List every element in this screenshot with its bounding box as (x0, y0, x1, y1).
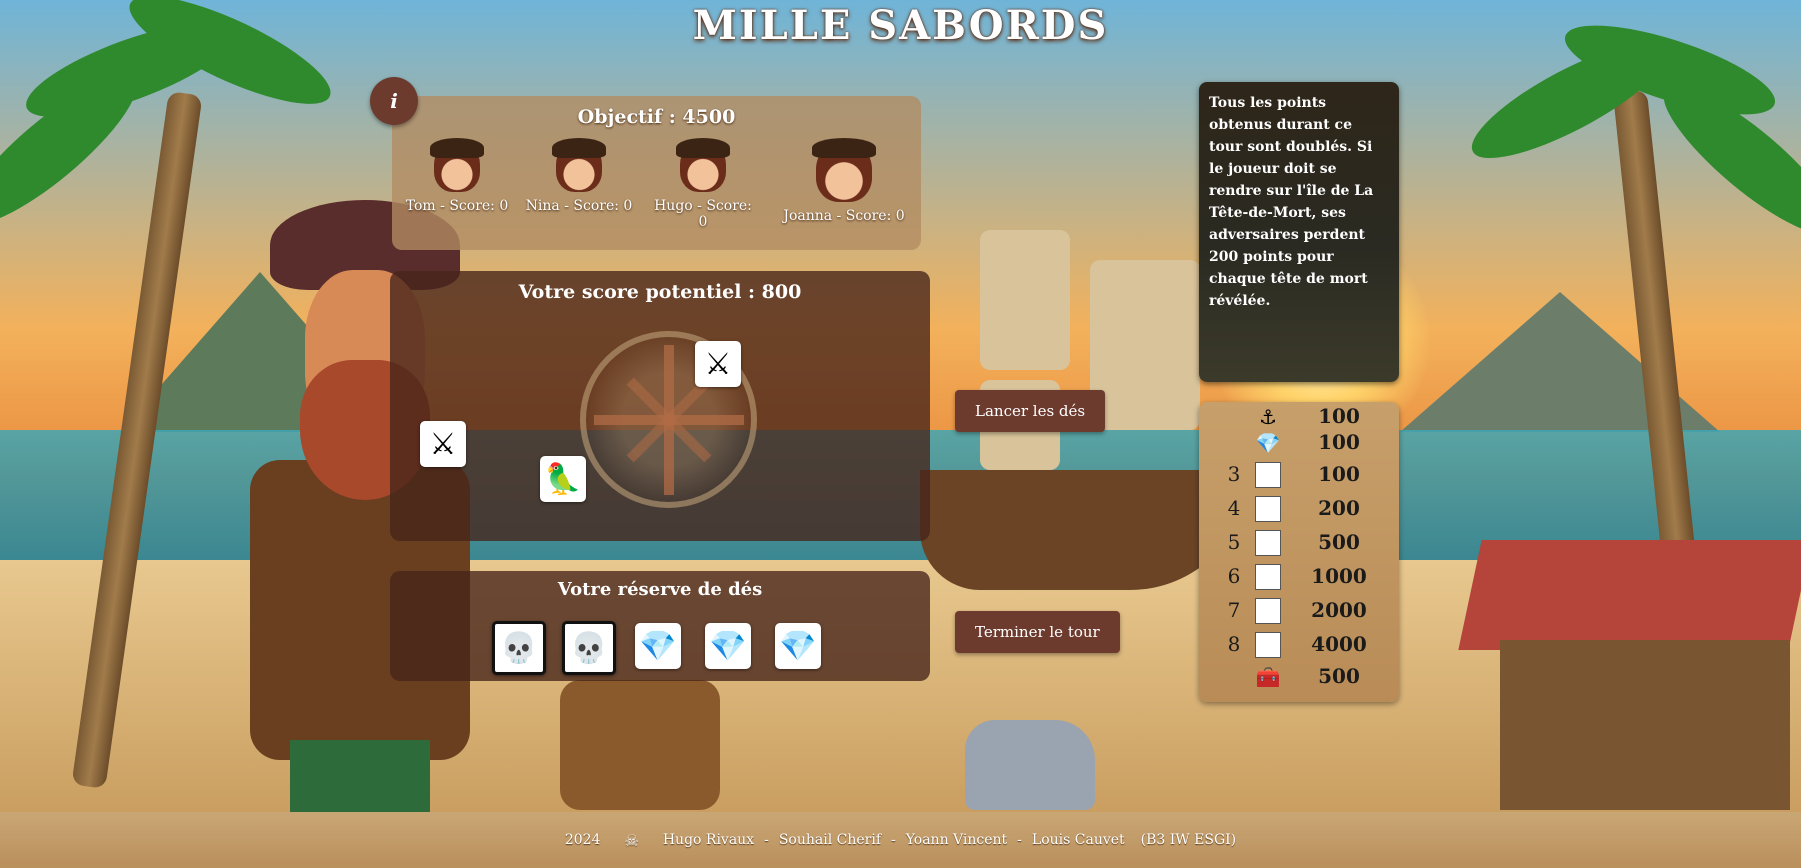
dice-reserve-panel: Votre réserve de dés 💀 💀 💎 💎 💎 (390, 571, 930, 681)
reserve-label: Votre réserve de dés (557, 579, 763, 600)
player-tom: Tom - Score: 0 (402, 138, 512, 214)
player-nina: Nina - Score: 0 (524, 138, 634, 214)
game-title: MILLE SABORDS (692, 2, 1109, 49)
score-row: 6 1000 (1227, 564, 1367, 590)
die-parrot[interactable]: 🦜 (540, 456, 586, 502)
die-swords[interactable]: ⚔ (695, 341, 741, 387)
skull-crossbones-icon: ☠ (624, 830, 639, 850)
score-row: 3 100 (1227, 462, 1360, 488)
player-avatar (676, 138, 730, 192)
player-avatar (812, 138, 876, 202)
footer-year: 2024 (564, 832, 601, 848)
score-row: 5 500 (1227, 530, 1360, 556)
card-description: Tous les points obtenus durant ce tour s… (1209, 95, 1374, 309)
info-button[interactable]: i (370, 77, 418, 125)
die-diamond[interactable]: 💎 (705, 623, 751, 669)
roll-dice-button[interactable]: Lancer les dés (955, 390, 1106, 432)
footer-author: Yoann Vincent (905, 832, 1008, 848)
player-score-label: Nina - Score: 0 (525, 198, 633, 214)
coin-icon: ⚓ (1259, 405, 1277, 429)
player-avatar (430, 138, 484, 192)
score-row: 💎 100 (1255, 430, 1360, 455)
score-table: ⚓ 100 💎 100 3 100 4 200 5 500 6 1000 7 2… (1199, 402, 1399, 702)
footer-separator: - (891, 832, 896, 848)
diamond-icon: 💎 (1255, 431, 1281, 455)
footer-author: Hugo Rivaux (662, 832, 755, 848)
player-avatar (552, 138, 606, 192)
die-skull-locked[interactable]: 💀 (562, 621, 616, 675)
cube-icon (1255, 496, 1281, 522)
player-score-label: Hugo - Score: 0 (654, 198, 752, 230)
score-row: 7 2000 (1227, 598, 1367, 624)
footer-class: (B3 IW ESGI) (1140, 832, 1237, 848)
footer-author: Louis Cauvet (1031, 832, 1125, 848)
cube-icon (1255, 632, 1281, 658)
score-row: 4 200 (1227, 496, 1360, 522)
footer-author: Souhail Cherif (778, 832, 882, 848)
objective-label: Objectif : 4500 (577, 106, 736, 128)
player-score-label: Tom - Score: 0 (405, 198, 509, 214)
pirate-card: Tous les points obtenus durant ce tour s… (1199, 82, 1399, 382)
player-hugo: Hugo - Score: 0 (648, 138, 758, 230)
potential-score-panel: Votre score potentiel : 800 ⚔ ⚔ 🦜 (390, 271, 930, 541)
cube-icon (1255, 564, 1281, 590)
cube-icon (1255, 598, 1281, 624)
score-row: 8 4000 (1227, 632, 1367, 658)
die-diamond[interactable]: 💎 (635, 623, 681, 669)
objective-panel: Objectif : 4500 Tom - Score: 0 Nina - Sc… (392, 96, 921, 250)
score-row: 🧰 500 (1255, 664, 1360, 689)
footer-separator: - (764, 832, 769, 848)
player-joanna: Joanna - Score: 0 (780, 138, 908, 224)
beach-hut (1458, 540, 1801, 810)
footer: 2024 ☠ Hugo Rivaux - Souhail Cherif - Yo… (0, 812, 1801, 868)
barrel (560, 680, 720, 810)
player-score-label: Joanna - Score: 0 (783, 208, 905, 224)
die-diamond[interactable]: 💎 (775, 623, 821, 669)
treasure-chest-icon: 🧰 (1255, 665, 1281, 689)
die-swords[interactable]: ⚔ (420, 421, 466, 467)
footer-separator: - (1017, 832, 1022, 848)
rock (965, 720, 1095, 810)
cube-icon (1255, 530, 1281, 556)
cube-icon (1255, 462, 1281, 488)
die-skull-locked[interactable]: 💀 (492, 621, 546, 675)
end-turn-button[interactable]: Terminer le tour (955, 611, 1120, 653)
potential-score-label: Votre score potentiel : 800 (518, 281, 802, 303)
